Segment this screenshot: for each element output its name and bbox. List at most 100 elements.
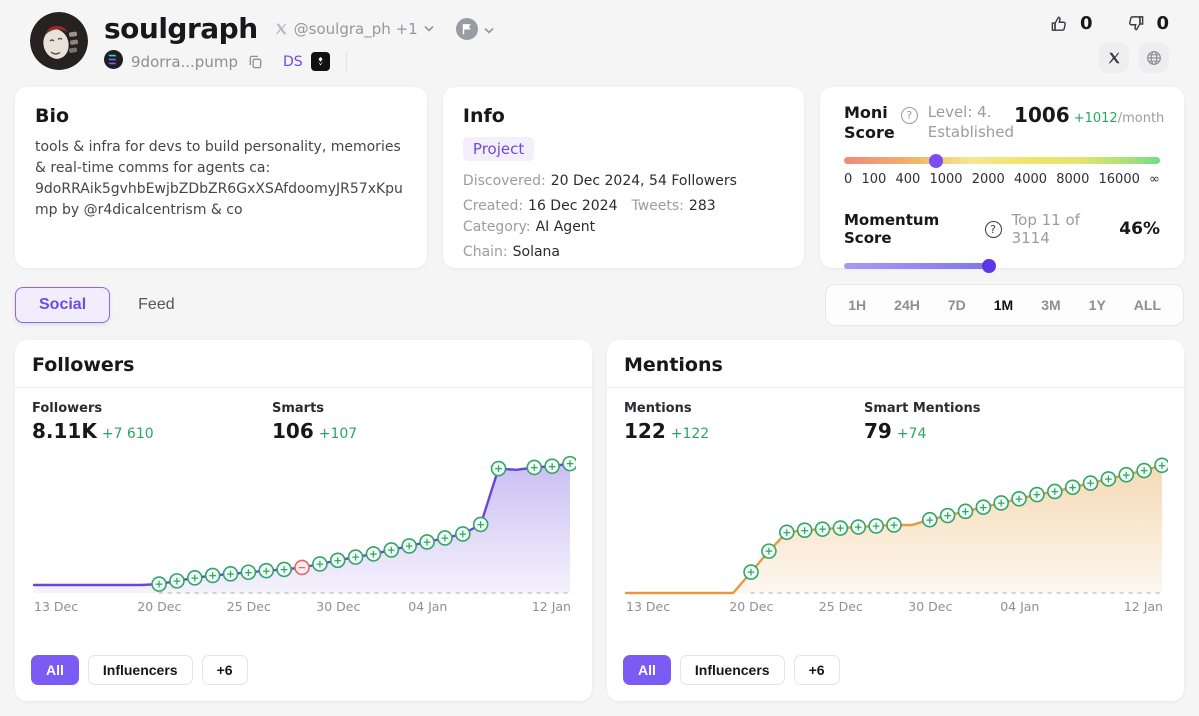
svg-text:+: + <box>782 527 791 539</box>
svg-text:+: + <box>1033 489 1042 501</box>
dexscreener-icon[interactable] <box>311 52 330 71</box>
momentum-score-title: Momentum Score <box>844 211 977 247</box>
svg-text:+: + <box>854 522 863 534</box>
info-title: Info <box>463 105 784 127</box>
svg-text:+: + <box>369 549 378 561</box>
followers-card: Followers Followers 8.11K+7 610 Smarts 1… <box>15 340 592 701</box>
range-1m[interactable]: 1M <box>980 290 1027 320</box>
scale-label: 16000 <box>1099 172 1140 187</box>
avatar <box>30 12 88 70</box>
mentions-stat-delta: +122 <box>671 426 709 442</box>
scale-label: 1000 <box>929 172 962 187</box>
svg-text:+: + <box>747 567 756 579</box>
svg-text:+: + <box>423 537 432 549</box>
x-handle-dropdown[interactable]: @soulgra_ph +1 <box>274 20 434 38</box>
svg-text:+: + <box>997 498 1006 510</box>
svg-text:+: + <box>765 546 774 558</box>
likes-count: 0 <box>1080 13 1093 34</box>
svg-text:+: + <box>943 510 952 522</box>
tab-social[interactable]: Social <box>15 287 110 323</box>
x-link-button[interactable] <box>1099 43 1129 73</box>
globe-icon[interactable] <box>1139 43 1169 73</box>
svg-text:+: + <box>333 555 342 567</box>
thumbs-up-icon[interactable] <box>1048 12 1071 35</box>
range-all[interactable]: ALL <box>1120 290 1175 320</box>
svg-text:+: + <box>405 541 414 553</box>
moni-level: Level: 4. Established <box>928 103 1014 142</box>
x-tick-label: 30 Dec <box>316 599 360 614</box>
contract-address[interactable]: 9dorra...pump <box>131 53 238 71</box>
range-24h[interactable]: 24H <box>880 290 934 320</box>
chain-label: Chain: <box>463 244 508 260</box>
range-1h[interactable]: 1H <box>834 290 880 320</box>
svg-text:+: + <box>190 572 199 584</box>
moni-score-delta: +1012 <box>1074 111 1118 126</box>
x-tick-label: 25 Dec <box>819 599 863 614</box>
followers-card-title: Followers <box>15 340 592 387</box>
smart-mentions-stat-label: Smart Mentions <box>864 401 1104 416</box>
filter-chip-all[interactable]: All <box>31 655 79 685</box>
range-7d[interactable]: 7D <box>934 290 980 320</box>
ds-link[interactable]: DS <box>283 54 303 70</box>
filter-chip-influencers[interactable]: Influencers <box>88 655 193 685</box>
copy-icon[interactable] <box>246 52 265 71</box>
svg-text:+: + <box>961 506 970 518</box>
smarts-stat-label: Smarts <box>272 401 512 416</box>
svg-text:+: + <box>208 570 217 582</box>
x-tick-label: 20 Dec <box>137 599 181 614</box>
moni-score-card: Moni Score ? Level: 4. Established 1006+… <box>820 87 1184 268</box>
svg-text:+: + <box>387 545 396 557</box>
discovered-value: 20 Dec 2024, 54 Followers <box>551 173 737 189</box>
x-tick-label: 12 Jan <box>1124 599 1163 614</box>
svg-text:+: + <box>925 514 934 526</box>
info-card: Info Project Discovered:20 Dec 2024, 54 … <box>443 87 804 268</box>
filter-chip-influencers[interactable]: Influencers <box>680 655 785 685</box>
scale-label: 2000 <box>972 172 1005 187</box>
question-icon[interactable]: ? <box>985 221 1002 238</box>
profile-header: soulgraph @soulgra_ph +1 <box>0 0 1199 81</box>
x-tick-label: 13 Dec <box>34 599 78 614</box>
project-badge: Project <box>463 137 534 161</box>
svg-text:+: + <box>315 559 324 571</box>
bio-card: Bio tools & infra for devs to build pers… <box>15 87 427 268</box>
svg-text:+: + <box>818 524 827 536</box>
chevron-down-icon <box>424 25 434 32</box>
platform-badge-dropdown[interactable] <box>456 18 494 40</box>
scale-label: 400 <box>895 172 920 187</box>
scale-label: 100 <box>861 172 886 187</box>
svg-text:+: + <box>458 529 467 541</box>
svg-text:+: + <box>566 458 575 470</box>
moni-score-value: 1006 <box>1014 103 1070 127</box>
category-label: Category: <box>463 219 531 235</box>
tweets-label: Tweets: <box>631 198 683 214</box>
filter-chip-6[interactable]: +6 <box>202 655 248 685</box>
range-3m[interactable]: 3M <box>1027 290 1074 320</box>
momentum-value: 46% <box>1119 219 1160 239</box>
svg-text:+: + <box>1015 493 1024 505</box>
followers-chart: ++++++++−++++++++++++++ <box>30 447 577 597</box>
filter-chip-all[interactable]: All <box>623 655 671 685</box>
svg-text:+: + <box>155 579 164 591</box>
smart-mentions-stat-value: 79 <box>864 419 892 443</box>
filter-chip-6[interactable]: +6 <box>794 655 840 685</box>
svg-text:+: + <box>548 461 557 473</box>
moni-score-scale-bar <box>844 157 1160 164</box>
time-range-selector: 1H24H7D1M3M1YALL <box>825 284 1184 326</box>
svg-text:+: + <box>280 564 289 576</box>
page-title: soulgraph <box>104 12 258 45</box>
range-1y[interactable]: 1Y <box>1075 290 1120 320</box>
question-icon[interactable]: ? <box>901 107 918 124</box>
thumbs-down-icon[interactable] <box>1124 12 1147 35</box>
svg-text:+: + <box>1122 469 1131 481</box>
moni-score-marker <box>929 154 943 168</box>
svg-text:+: + <box>1068 482 1077 494</box>
mentions-card-title: Mentions <box>607 340 1184 387</box>
chain-value: Solana <box>513 244 560 260</box>
created-value: 16 Dec 2024 <box>528 198 617 214</box>
created-label: Created: <box>463 198 523 214</box>
moni-score-period: /month <box>1118 111 1165 126</box>
scale-label: 4000 <box>1014 172 1047 187</box>
x-tick-label: 30 Dec <box>908 599 952 614</box>
tab-feed[interactable]: Feed <box>118 288 194 322</box>
followers-stat-delta: +7 610 <box>102 426 154 442</box>
